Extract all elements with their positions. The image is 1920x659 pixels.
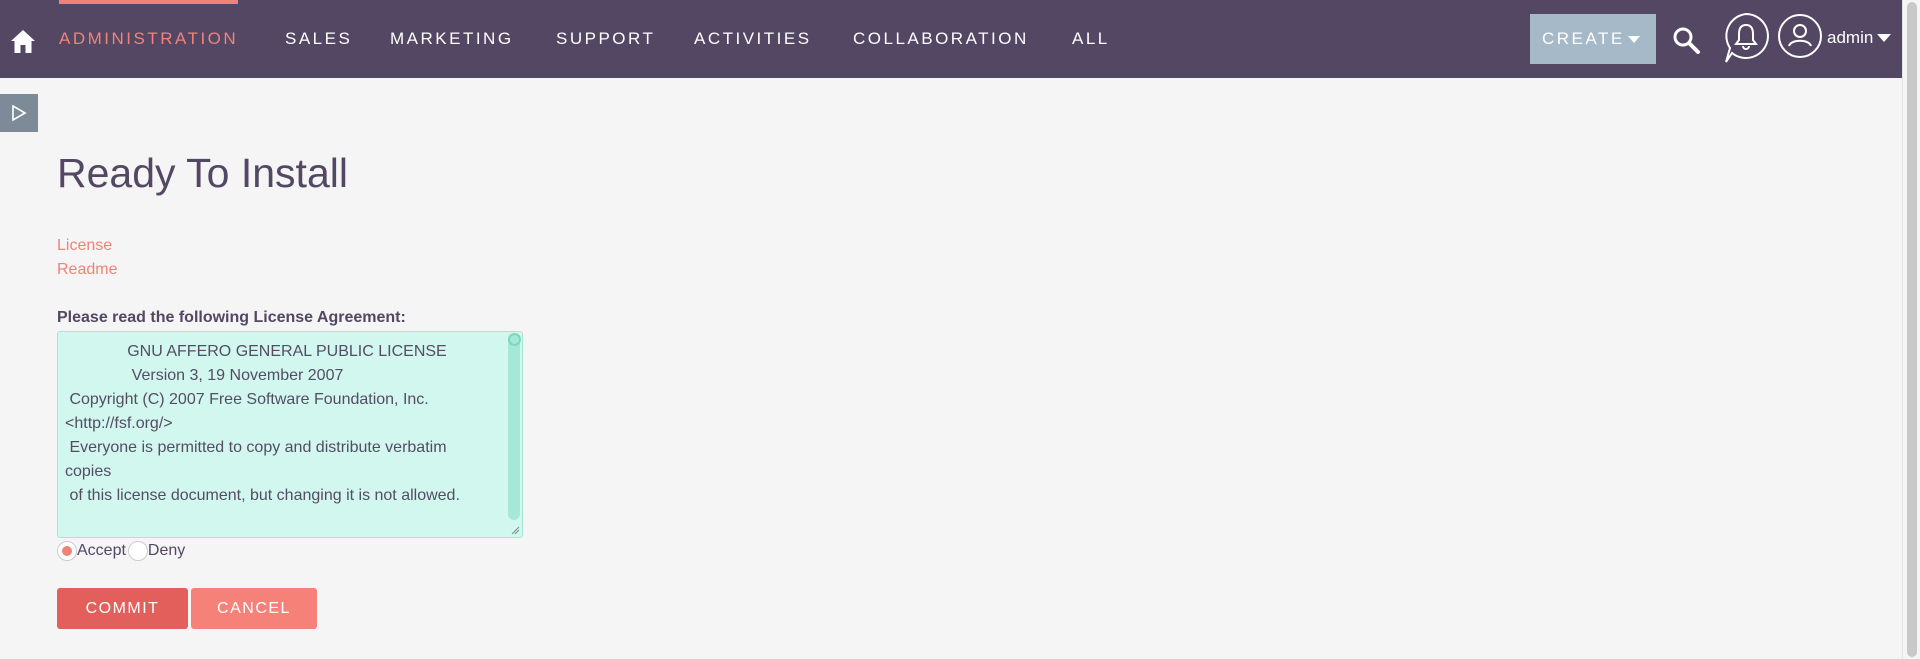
license-line: Version 3, 19 November 2007 <box>65 367 344 384</box>
cancel-button[interactable]: CANCEL <box>191 588 317 629</box>
nav-item-administration[interactable]: ADMINISTRATION <box>59 0 239 78</box>
user-avatar-button[interactable] <box>1776 12 1824 60</box>
deny-label[interactable]: Deny <box>148 542 185 560</box>
license-scrollbar[interactable] <box>506 332 522 537</box>
chevron-down-icon <box>1628 36 1640 43</box>
notifications-button[interactable] <box>1722 12 1770 66</box>
page-title: Ready To Install <box>57 150 348 196</box>
resize-handle-icon[interactable] <box>510 525 520 535</box>
license-line: GNU AFFERO GENERAL PUBLIC LICENSE <box>65 343 447 360</box>
deny-radio[interactable] <box>127 541 148 561</box>
sidebar-toggle-button[interactable] <box>0 94 38 132</box>
readme-link[interactable]: Readme <box>57 261 117 279</box>
home-button[interactable] <box>8 27 38 55</box>
user-name[interactable]: admin <box>1827 28 1873 48</box>
create-button[interactable]: CREATE <box>1530 14 1656 64</box>
nav-item-marketing[interactable]: MARKETING <box>390 0 514 78</box>
license-textarea[interactable]: GNU AFFERO GENERAL PUBLIC LICENSE Versio… <box>57 331 523 538</box>
search-button[interactable] <box>1671 25 1701 55</box>
nav-item-all[interactable]: ALL <box>1072 0 1110 78</box>
license-scrollbar-thumb[interactable] <box>508 334 520 520</box>
license-line: of this license document, but changing i… <box>65 487 460 504</box>
nav-item-collaboration[interactable]: COLLABORATION <box>853 0 1029 78</box>
accept-label[interactable]: Accept <box>77 542 126 560</box>
search-icon <box>1673 27 1700 54</box>
triangle-right-icon <box>12 104 27 122</box>
create-label: CREATE <box>1542 29 1625 48</box>
license-line: copies <box>65 463 112 480</box>
accept-radio[interactable] <box>57 541 77 561</box>
home-icon <box>11 30 35 53</box>
commit-button[interactable]: COMMIT <box>57 588 188 629</box>
page-scrollbar-thumb[interactable] <box>1907 2 1917 657</box>
agreement-label: Please read the following License Agreem… <box>57 309 406 326</box>
license-line: Copyright (C) 2007 Free Software Foundat… <box>65 391 429 408</box>
license-text: GNU AFFERO GENERAL PUBLIC LICENSE Versio… <box>65 340 505 508</box>
nav-item-activities[interactable]: ACTIVITIES <box>694 0 812 78</box>
license-scrollbar-knob[interactable] <box>508 333 521 346</box>
nav-item-sales[interactable]: SALES <box>285 0 352 78</box>
user-menu-chevron-down-icon[interactable] <box>1877 34 1891 42</box>
license-decision-group: Accept Deny <box>57 541 187 561</box>
page-scrollbar[interactable] <box>1902 0 1920 659</box>
bell-icon <box>1725 12 1769 63</box>
top-nav: ADMINISTRATION SALES MARKETING SUPPORT A… <box>0 0 1902 78</box>
license-line: <http://fsf.org/> <box>65 415 173 432</box>
radio-selected-dot <box>62 546 72 556</box>
license-line: Everyone is permitted to copy and distri… <box>65 439 447 456</box>
user-icon <box>1778 14 1822 58</box>
nav-item-support[interactable]: SUPPORT <box>556 0 655 78</box>
license-link[interactable]: License <box>57 237 112 255</box>
